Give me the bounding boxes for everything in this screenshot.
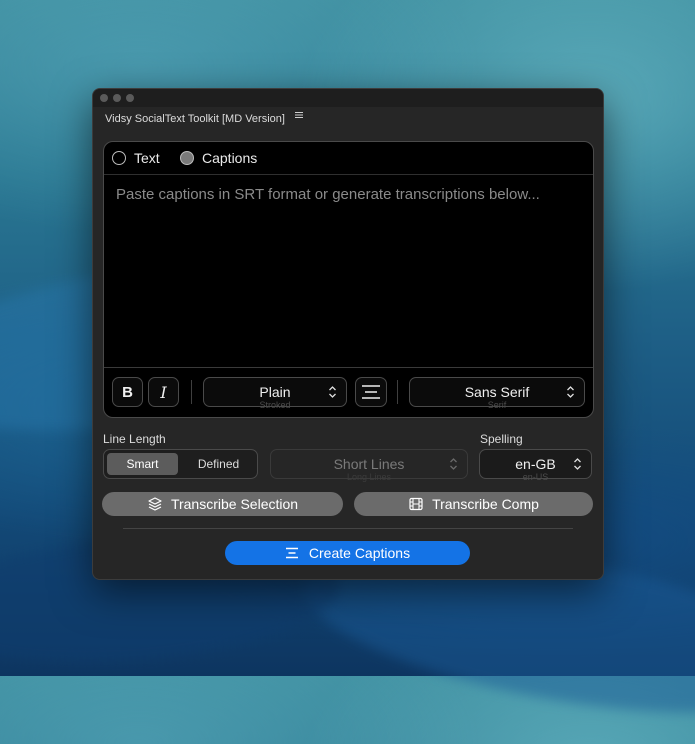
select-value: Short Lines: [333, 456, 405, 472]
chevron-up-down-icon: [328, 384, 337, 400]
select-value: Sans Serif: [464, 384, 530, 400]
bold-button[interactable]: B: [112, 377, 143, 407]
line-length-segmented-control: Smart Defined: [103, 449, 258, 479]
toolbar-separator: [397, 380, 398, 404]
toolbar-separator: [191, 380, 192, 404]
line-length-label: Line Length: [103, 432, 166, 446]
hidden-option: Stroked: [259, 400, 291, 410]
segment-smart[interactable]: Smart: [107, 453, 178, 475]
transcribe-selection-button[interactable]: Transcribe Selection: [102, 492, 343, 516]
text-style-select[interactable]: Stroked Plain: [203, 377, 347, 410]
close-window-button[interactable]: [100, 94, 108, 102]
text-align-icon: [285, 547, 299, 559]
italic-button[interactable]: I: [148, 377, 179, 407]
caption-editor: Text Captions Paste captions in SRT form…: [103, 141, 594, 418]
divider: [123, 528, 573, 529]
caption-textarea[interactable]: Paste captions in SRT format or generate…: [116, 186, 581, 203]
chevron-up-down-icon: [449, 456, 458, 472]
chevron-up-down-icon: [573, 456, 582, 472]
font-family-select[interactable]: Serif Sans Serif: [409, 377, 585, 410]
line-type-select[interactable]: Long Lines Short Lines: [270, 449, 468, 482]
button-label: Transcribe Comp: [432, 496, 539, 512]
radio-circle-selected[interactable]: [180, 151, 194, 165]
hidden-option: Long Lines: [346, 472, 392, 482]
select-value: Plain: [259, 384, 291, 400]
film-icon: [408, 496, 424, 512]
zoom-window-button[interactable]: [126, 94, 134, 102]
minimize-window-button[interactable]: [113, 94, 121, 102]
hamburger-menu-icon[interactable]: [294, 110, 304, 120]
spelling-label: Spelling: [480, 432, 523, 446]
align-center-button[interactable]: [355, 377, 387, 407]
radio-label: Text: [134, 150, 160, 166]
divider: [104, 174, 593, 175]
radio-circle[interactable]: [112, 151, 126, 165]
hidden-option: Serif: [487, 400, 507, 410]
radio-captions[interactable]: Captions: [180, 150, 257, 166]
spelling-select[interactable]: en-US en-GB: [479, 449, 592, 482]
button-label: Transcribe Selection: [170, 496, 299, 512]
radio-label: Captions: [202, 150, 258, 166]
divider: [104, 367, 593, 368]
align-center-icon: [361, 384, 381, 400]
title-bar[interactable]: [93, 89, 603, 107]
chevron-up-down-icon: [566, 384, 575, 400]
hidden-option: en-US: [522, 472, 549, 482]
transcribe-comp-button[interactable]: Transcribe Comp: [354, 492, 593, 516]
radio-text[interactable]: Text: [112, 150, 160, 166]
create-captions-button[interactable]: Create Captions: [225, 541, 470, 565]
panel-title[interactable]: Vidsy SocialText Toolkit [MD Version]: [105, 113, 285, 125]
panel-window: Vidsy SocialText Toolkit [MD Version] Te…: [92, 88, 604, 580]
segment-defined[interactable]: Defined: [183, 453, 254, 475]
layers-icon: [147, 496, 163, 512]
button-label: Create Captions: [308, 545, 411, 561]
